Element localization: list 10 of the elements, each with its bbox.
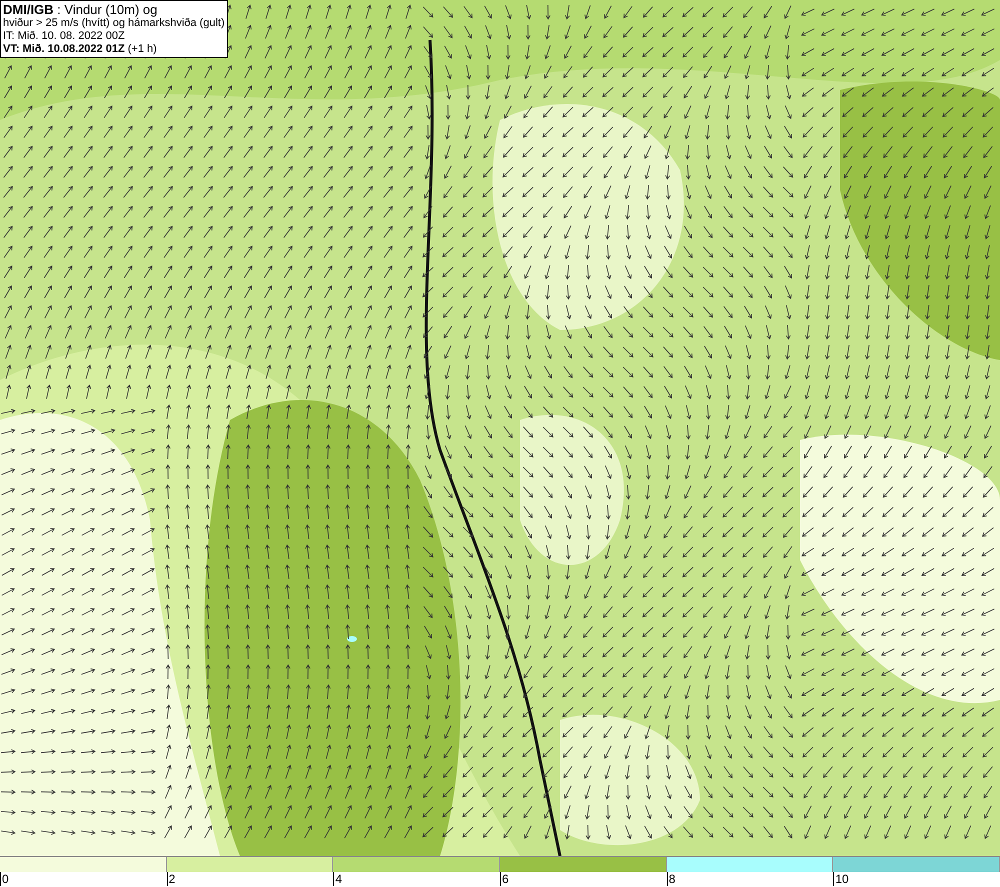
info-text: IT: Mið. 10. 08. 2022 00Z bbox=[3, 30, 126, 43]
scale-label: 6 bbox=[500, 872, 509, 886]
scale-label: 8 bbox=[666, 872, 676, 886]
scale-label: 10 bbox=[833, 872, 849, 886]
scale-label: 2 bbox=[166, 872, 176, 886]
info-text: VT: Mið. 10.08.2022 01Z (+1 h) bbox=[3, 43, 158, 56]
info-text: hviður > 25 m/s (hvítt) og hámarkshviða (gult) bbox=[3, 17, 225, 30]
scale-label: 4 bbox=[333, 872, 342, 886]
info-text: DMI/IGB : Vindur (10m) og bbox=[3, 2, 158, 17]
scale-label: 0 bbox=[0, 872, 9, 886]
